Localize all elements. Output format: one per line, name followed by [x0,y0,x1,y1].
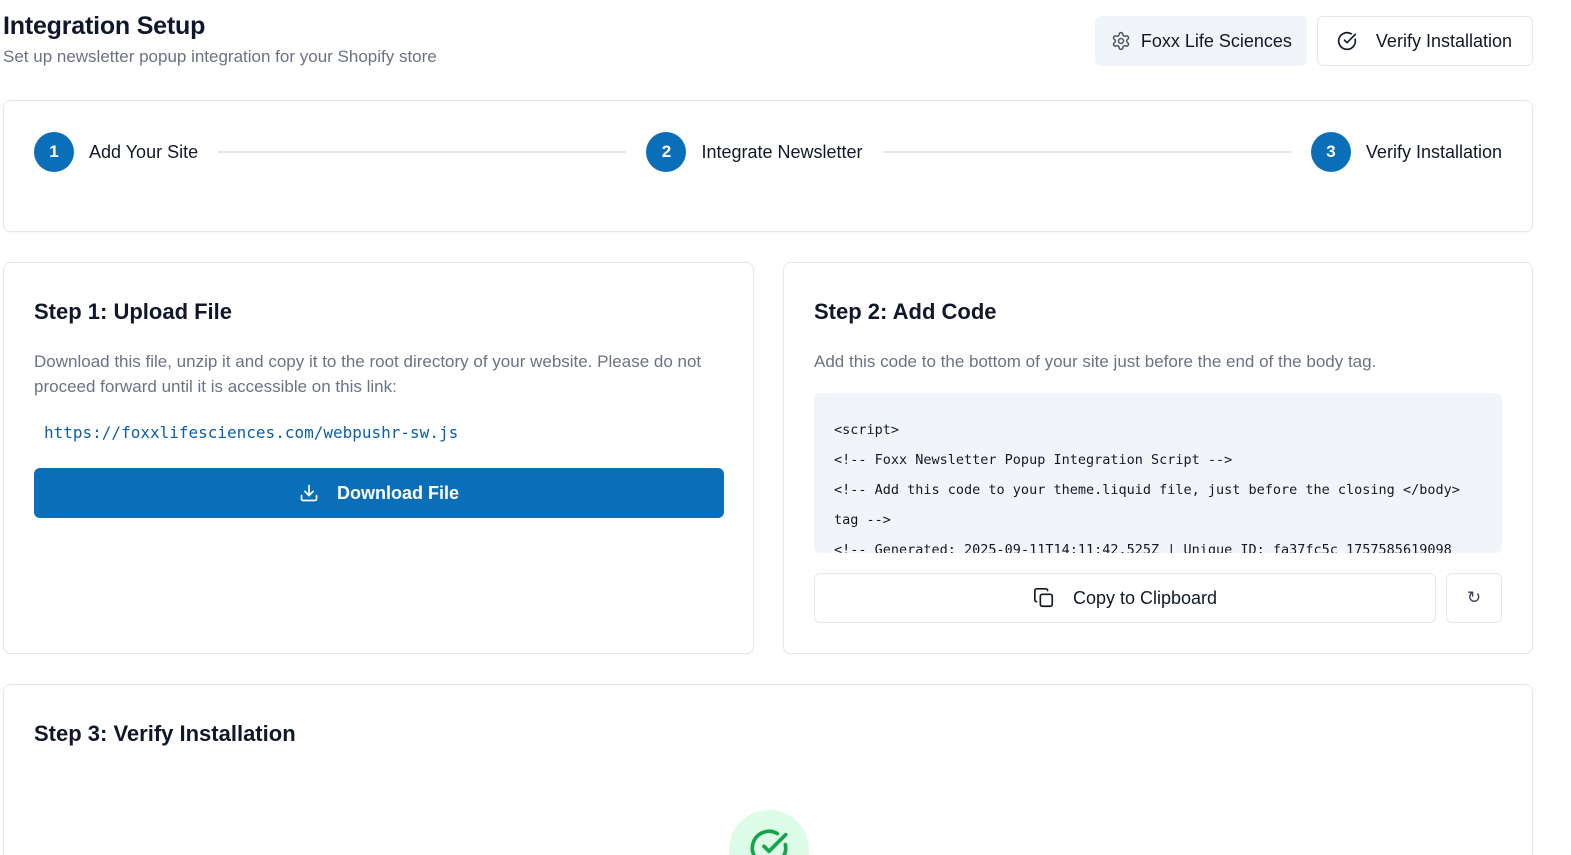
step-label: Add Your Site [89,141,199,162]
upload-file-description: Download this file, unzip it and copy it… [34,352,702,396]
service-worker-url[interactable]: https://foxxlifesciences.com/webpushr-sw… [44,423,458,442]
regenerate-code-button[interactable]: ↻ [1446,573,1502,623]
upload-file-card: Step 1: Upload File Download this file, … [3,262,754,654]
verify-installation-button[interactable]: Verify Installation [1316,16,1533,66]
add-code-description: Add this code to the bottom of your site… [814,352,1377,371]
step-verify-installation[interactable]: 3 Verify Installation [1310,132,1502,172]
add-code-card: Step 2: Add Code Add this code to the bo… [783,262,1533,654]
refresh-icon: ↻ [1466,588,1482,607]
step-label: Integrate Newsletter [701,141,863,162]
code-line: <!-- Add this code to your theme.liquid … [834,482,1460,498]
code-line: <script> [834,422,900,438]
page-title: Integration Setup [3,12,206,40]
download-file-button[interactable]: Download File [34,468,724,518]
code-line: <!-- Generated: 2025-09-11T14:11:42.525Z… [834,542,1452,553]
store-settings-label: Foxx Life Sciences [1140,30,1292,51]
copy-icon [1033,587,1055,609]
upload-file-title: Step 1: Upload File [34,299,233,324]
check-circle-icon [1337,31,1357,51]
code-line: <!-- Foxx Newsletter Popup Integration S… [834,452,1233,468]
step-integrate-newsletter[interactable]: 2 Integrate Newsletter [646,132,863,172]
copy-to-clipboard-label: Copy to Clipboard [1072,587,1218,608]
add-code-title: Step 2: Add Code [814,299,997,324]
store-settings-button[interactable]: Foxx Life Sciences [1094,16,1307,66]
step-connector [882,151,1291,153]
gear-icon [1111,31,1131,51]
check-circle-icon [749,828,789,855]
code-line: tag --> [834,512,891,528]
step-add-your-site[interactable]: 1 Add Your Site [34,132,198,172]
header-actions: Foxx Life Sciences Verify Installation [1094,16,1533,66]
verify-installation-card: Step 3: Verify Installation [3,684,1533,855]
page-header: Integration Setup Set up newsletter popu… [3,12,437,67]
step-number: 3 [1310,132,1351,172]
page-subtitle: Set up newsletter popup integration for … [3,47,437,66]
step-label: Verify Installation [1365,141,1502,162]
copy-to-clipboard-button[interactable]: Copy to Clipboard [814,573,1436,623]
download-file-label: Download File [336,482,459,503]
step-number: 2 [646,132,687,172]
success-status [729,810,809,855]
verify-installation-label: Verify Installation [1375,30,1512,51]
step-connector [218,151,627,153]
download-icon [299,483,319,503]
verify-installation-title: Step 3: Verify Installation [34,721,296,746]
stepper: 1 Add Your Site 2 Integrate Newsletter 3… [34,131,1502,173]
step-number: 1 [34,132,74,172]
code-snippet[interactable]: <script> <!-- Foxx Newsletter Popup Inte… [814,393,1502,553]
stepper-card: 1 Add Your Site 2 Integrate Newsletter 3… [3,100,1533,232]
